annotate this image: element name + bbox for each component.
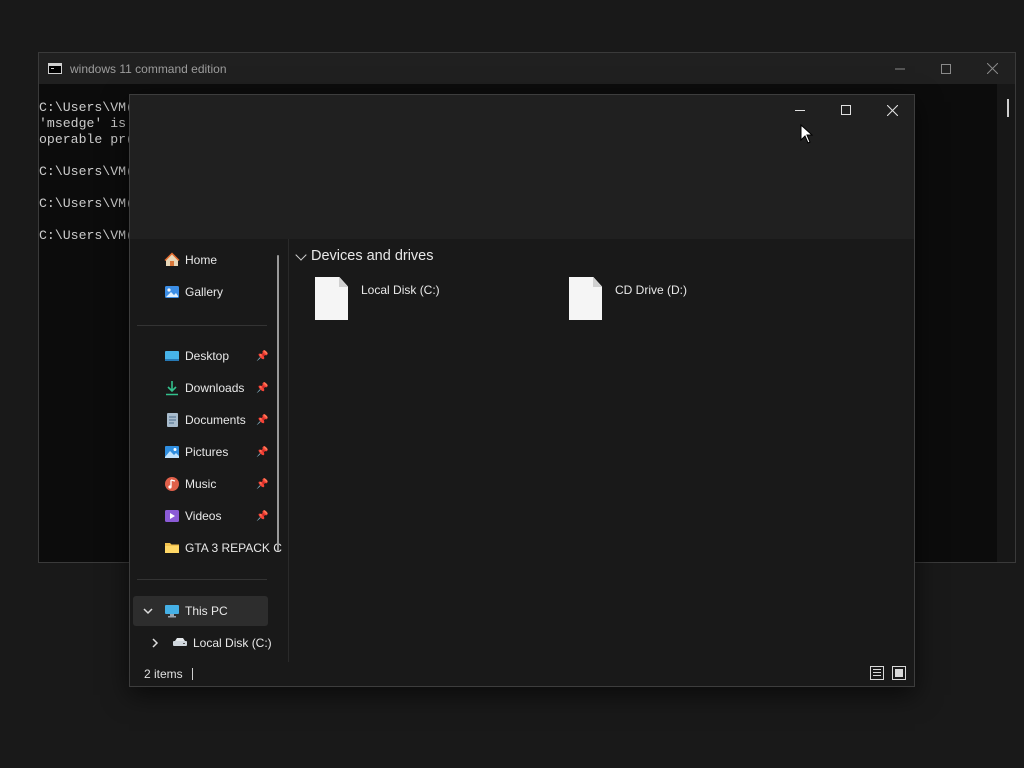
- content-pane: Devices and drives Local Disk (C:) CD Dr…: [289, 239, 914, 663]
- this-pc-icon: [165, 605, 179, 618]
- pin-icon[interactable]: 📌: [256, 447, 268, 458]
- sidebar-item-label: Desktop: [185, 349, 230, 363]
- chevron-down-icon[interactable]: [143, 606, 153, 616]
- chevron-down-icon[interactable]: [295, 249, 307, 261]
- gallery-icon: [165, 286, 179, 298]
- folder-icon: [165, 543, 179, 553]
- console-scrollbar-thumb[interactable]: [1007, 99, 1009, 117]
- status-separator: [192, 668, 193, 680]
- pin-icon[interactable]: 📌: [256, 351, 268, 362]
- sidebar-item-label: Videos: [185, 509, 222, 523]
- sidebar-item-documents[interactable]: Documents 📌: [130, 405, 270, 435]
- nav-divider: [137, 579, 267, 580]
- console-titlebar[interactable]: windows 11 command edition: [39, 53, 1015, 84]
- drive-label: CD Drive (D:): [615, 283, 687, 297]
- sidebar-item-gta3-folder[interactable]: GTA 3 REPACK C: [130, 533, 282, 563]
- file-explorer-window: Home Gallery Desktop 📌 Downloads 📌 Docum…: [129, 94, 915, 687]
- pictures-icon: [165, 446, 179, 458]
- console-scrollbar-track[interactable]: [997, 84, 1015, 562]
- sidebar-item-label: Documents: [185, 413, 246, 427]
- sidebar-item-label: GTA 3 REPACK C: [185, 541, 282, 555]
- pin-icon[interactable]: 📌: [256, 415, 268, 426]
- sidebar-item-gallery[interactable]: Gallery: [130, 277, 270, 307]
- mouse-cursor-icon: [800, 124, 814, 144]
- sidebar-item-label: Downloads: [185, 381, 245, 395]
- sidebar-item-label: Home: [185, 253, 218, 267]
- nav-scrollbar-thumb[interactable]: [277, 255, 279, 551]
- minimize-icon: [795, 110, 805, 111]
- maximize-icon: [941, 63, 951, 74]
- sidebar-item-desktop[interactable]: Desktop 📌: [130, 341, 270, 371]
- sidebar-item-home[interactable]: Home: [130, 245, 270, 275]
- pin-icon[interactable]: 📌: [256, 479, 268, 490]
- console-close-button[interactable]: [969, 53, 1015, 84]
- console-output[interactable]: C:\Users\VM( 'msedge' is operable pr( C:…: [39, 100, 134, 244]
- group-header-devices-and-drives[interactable]: Devices and drives: [311, 248, 434, 264]
- sidebar-item-music[interactable]: Music 📌: [130, 469, 270, 499]
- navigation-pane: Home Gallery Desktop 📌 Downloads 📌 Docum…: [130, 239, 288, 663]
- home-icon: [164, 252, 180, 266]
- sidebar-item-local-disk[interactable]: Local Disk (C:): [130, 628, 272, 658]
- close-icon: [886, 104, 898, 116]
- videos-icon: [165, 510, 179, 522]
- sidebar-item-downloads[interactable]: Downloads 📌: [130, 373, 270, 403]
- large-icons-view-icon[interactable]: [892, 666, 906, 680]
- pin-icon[interactable]: 📌: [256, 511, 268, 522]
- sidebar-item-videos[interactable]: Videos 📌: [130, 501, 270, 531]
- sidebar-item-label: Gallery: [185, 285, 224, 299]
- music-icon: [165, 477, 179, 491]
- explorer-maximize-button[interactable]: [823, 95, 869, 125]
- desktop-icon: [165, 351, 179, 361]
- documents-icon: [167, 413, 178, 427]
- item-count: 2 items: [144, 667, 183, 681]
- console-app-icon: [48, 63, 62, 74]
- console-minimize-button[interactable]: [877, 53, 923, 84]
- sidebar-item-this-pc[interactable]: This PC: [133, 596, 268, 626]
- console-maximize-button[interactable]: [923, 53, 969, 84]
- sidebar-item-pictures[interactable]: Pictures 📌: [130, 437, 270, 467]
- sidebar-item-label: Music: [185, 477, 217, 491]
- close-icon: [986, 63, 998, 74]
- chevron-right-icon[interactable]: [150, 638, 160, 648]
- drive-label: Local Disk (C:): [361, 283, 440, 297]
- pin-icon[interactable]: 📌: [256, 383, 268, 394]
- drive-item-cd-drive-d[interactable]: CD Drive (D:): [569, 277, 809, 323]
- nav-divider: [137, 325, 267, 326]
- drive-item-local-disk-c[interactable]: Local Disk (C:): [315, 277, 555, 323]
- explorer-close-button[interactable]: [869, 95, 915, 125]
- maximize-icon: [841, 105, 851, 115]
- details-view-icon[interactable]: [870, 666, 884, 680]
- explorer-minimize-button[interactable]: [777, 95, 823, 125]
- download-icon: [166, 381, 178, 396]
- drive-icon: [173, 638, 187, 646]
- sidebar-item-label: Local Disk (C:): [193, 636, 272, 650]
- sidebar-item-label: This PC: [185, 604, 228, 618]
- minimize-icon: [895, 68, 905, 69]
- status-bar: 2 items: [130, 662, 914, 686]
- console-title: windows 11 command edition: [70, 61, 227, 76]
- sidebar-item-label: Pictures: [185, 445, 229, 459]
